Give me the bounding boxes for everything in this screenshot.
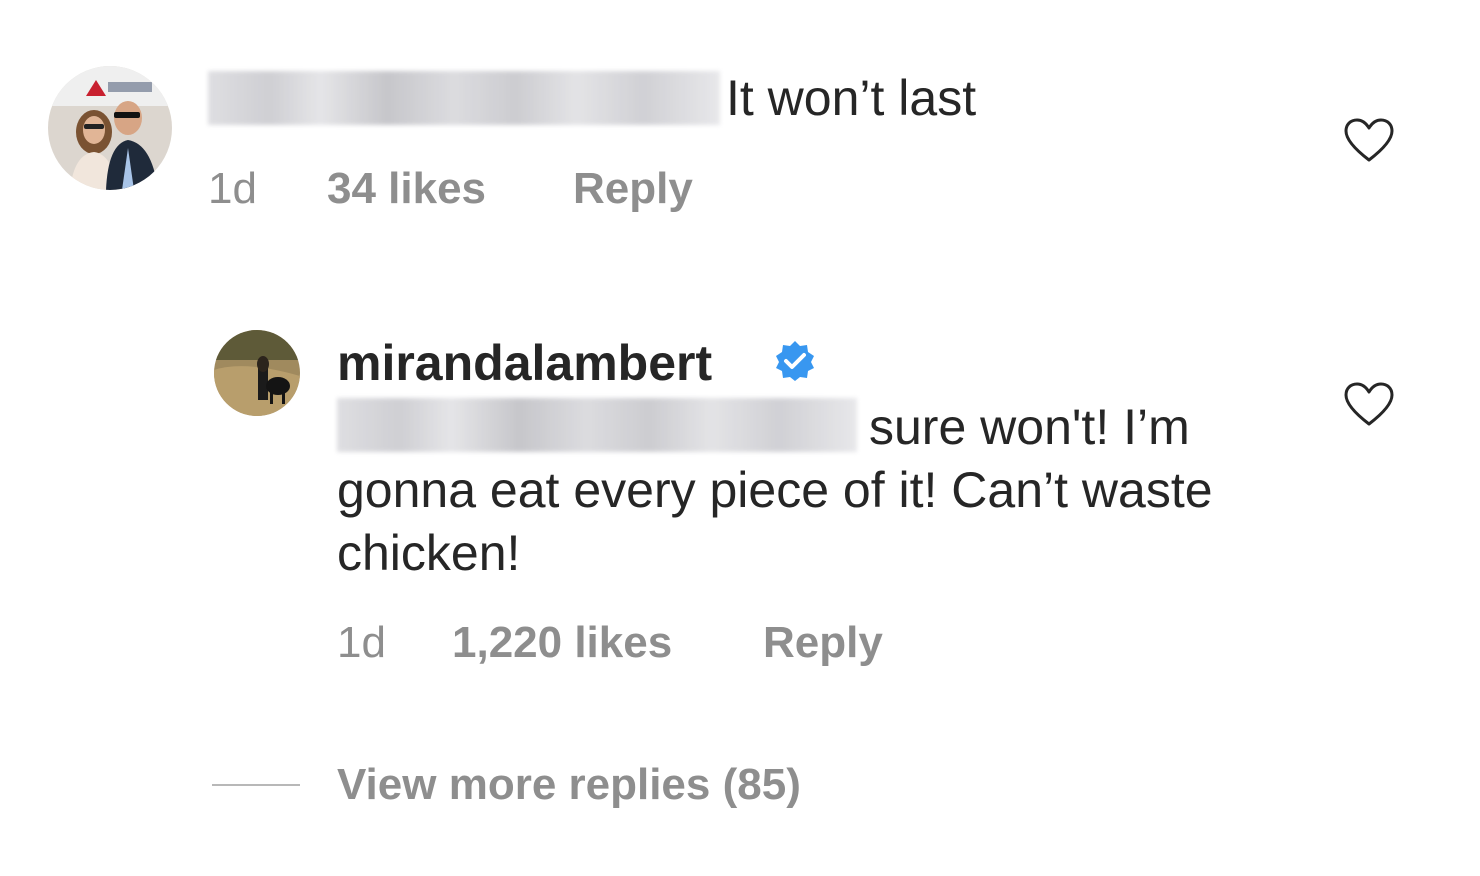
reply-reply-button[interactable]: Reply (763, 618, 883, 668)
reply-likes[interactable]: 1,220 likes (452, 618, 672, 668)
comment-likes[interactable]: 34 likes (327, 164, 486, 214)
comment-meta: 1d 34 likes Reply (208, 164, 768, 216)
view-more-divider (212, 784, 300, 786)
reply-meta: 1d 1,220 likes Reply (337, 618, 937, 670)
view-more-replies-button[interactable]: View more replies (85) (337, 760, 801, 810)
reply-body: sure won't! I’m gonna eat every piece of… (337, 396, 1297, 585)
reply-timestamp: 1d (337, 618, 386, 667)
comment-timestamp: 1d (208, 164, 257, 213)
redacted-mention (337, 398, 857, 452)
comment-body: It won’t last (208, 66, 976, 130)
comment-reply-button[interactable]: Reply (573, 164, 693, 214)
mirandalambert-avatar[interactable] (214, 330, 300, 416)
comment-text: It won’t last (726, 70, 977, 126)
commenter-avatar[interactable] (48, 66, 172, 190)
verified-badge-icon (776, 341, 814, 381)
reply-username[interactable]: mirandalambert (337, 334, 712, 392)
heart-outline-icon[interactable] (1344, 118, 1394, 164)
heart-outline-icon[interactable] (1344, 382, 1394, 428)
redacted-username (208, 71, 720, 125)
